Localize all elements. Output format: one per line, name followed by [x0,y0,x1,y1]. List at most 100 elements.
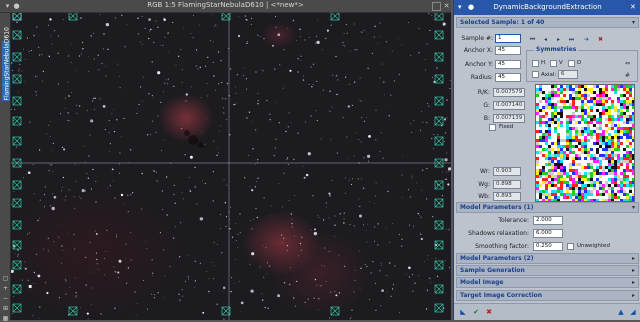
symmetry-d-checkbox[interactable] [568,60,575,67]
tolerance-field[interactable]: 2.000 [533,216,563,225]
sample-box[interactable] [68,13,78,21]
symmetry-v-checkbox[interactable] [550,60,557,67]
link-icon[interactable]: ⇔ [625,60,630,67]
model-image-header[interactable]: Model Image ▸ [456,277,639,288]
selected-sample-header[interactable]: Selected Sample: 1 of 40 ▾ [456,17,639,28]
first-sample-icon[interactable]: ⏮ [528,35,537,44]
delete-sample-icon[interactable]: ✖ [596,35,605,44]
expand-arrow-icon[interactable]: ▸ [632,292,635,299]
sample-box[interactable] [434,180,444,190]
sample-box[interactable] [12,240,22,250]
reset-icon[interactable]: ◢ [628,307,638,317]
grid-icon[interactable]: ▦ [2,315,9,322]
sample-generation-header[interactable]: Sample Generation ▸ [456,265,639,276]
anchor-x-field[interactable]: 45 [495,46,521,55]
model-parameters-2-label: Model Parameters (2) [460,255,534,262]
sample-box[interactable] [12,284,22,294]
symmetry-h-checkbox[interactable] [532,60,539,67]
b-label: B: [483,115,490,122]
sample-generation-label: Sample Generation [460,267,525,274]
go-to-sample-icon[interactable]: ➔ [582,35,591,44]
sample-box[interactable] [68,306,78,316]
zoom-out-icon[interactable]: − [2,295,9,302]
sample-box[interactable] [434,284,444,294]
sample-box[interactable] [434,303,444,313]
sample-box[interactable] [12,96,22,106]
symmetries-title: Symmetries [534,46,579,53]
close-icon[interactable]: ✕ [630,3,636,12]
documentation-icon[interactable]: ▲ [616,307,626,317]
apply-icon[interactable]: ✔ [471,307,481,317]
shadows-relaxation-field[interactable]: 6.000 [533,229,563,238]
sample-overlay[interactable] [11,13,451,320]
sample-box[interactable] [434,260,444,270]
wg-label: Wg: [478,181,490,188]
unweighted-checkbox[interactable] [567,243,574,250]
square-icon[interactable] [432,2,441,11]
expand-arrow-icon[interactable]: ▸ [632,267,635,274]
sample-box[interactable] [434,30,444,40]
sample-number-field[interactable]: 1 [495,34,521,43]
sample-box[interactable] [330,306,340,316]
image-id-tab[interactable]: FlamingStarNebulaD610 [2,27,11,101]
expand-arrow-icon[interactable]: ▸ [632,255,635,262]
shadows-relaxation-label: Shadows relaxation: [468,230,529,237]
close-icon[interactable]: ✕ [442,2,451,11]
sample-box[interactable] [434,198,444,208]
sample-box[interactable] [434,52,444,62]
sample-box[interactable] [434,96,444,106]
b-field: 0.007139 [493,114,525,123]
rk-field: 0.007579 [493,88,525,97]
sample-box[interactable] [12,52,22,62]
pin-symmetry-icon[interactable]: # [625,72,630,79]
sample-box[interactable] [434,116,444,126]
wb-label: Wb: [478,193,490,200]
sample-box[interactable] [12,13,22,21]
target-image-correction-header[interactable]: Target Image Correction ▸ [456,290,639,301]
image-window-titlebar[interactable]: ▾ ● RGB 1:5 FlamingStarNebulaD610 | <*ne… [0,0,451,13]
selected-sample-label: Selected Sample: 1 of 40 [460,19,545,26]
model-parameters-2-header[interactable]: Model Parameters (2) ▸ [456,253,639,264]
fit-view-icon[interactable]: ⊞ [2,305,9,312]
image-side-tab[interactable]: FlamingStarNebulaD610 ▢ + − ⊞ ▦ [0,13,11,322]
collapse-arrow-icon[interactable]: ▾ [632,204,635,211]
sample-box[interactable] [12,136,22,146]
sample-box[interactable] [434,240,444,250]
image-window-title: RGB 1:5 FlamingStarNebulaD610 | <*new*> [147,1,304,9]
sample-box[interactable] [12,198,22,208]
sample-box[interactable] [434,74,444,84]
model-parameters-1-header[interactable]: Model Parameters (1) ▾ [456,202,639,213]
axial-field[interactable]: 6 [558,70,578,79]
anchor-y-field[interactable]: 45 [495,60,521,69]
image-canvas[interactable] [11,13,451,320]
next-sample-icon[interactable]: ▸ [554,35,563,44]
expand-arrow-icon[interactable]: ▸ [632,279,635,286]
sample-box[interactable] [12,74,22,84]
sample-box[interactable] [434,220,444,230]
sample-box[interactable] [12,116,22,126]
sample-box[interactable] [12,260,22,270]
fixed-checkbox[interactable] [489,124,496,131]
new-instance-icon[interactable]: ◣ [458,307,468,317]
axial-checkbox[interactable] [532,71,539,78]
last-sample-icon[interactable]: ⏭ [567,35,576,44]
wr-field: 0.903 [493,167,521,176]
panel-titlebar[interactable]: ▾ ● DynamicBackgroundExtraction ✕ [454,0,640,15]
sample-box[interactable] [12,303,22,313]
sample-box[interactable] [330,13,340,21]
cancel-icon[interactable]: ✖ [484,307,494,317]
sample-box[interactable] [12,220,22,230]
zoom-in-icon[interactable]: + [2,285,9,292]
sample-box[interactable] [12,30,22,40]
sample-box[interactable] [434,13,444,21]
sample-box[interactable] [434,136,444,146]
previous-sample-icon[interactable]: ◂ [541,35,550,44]
smoothing-factor-field[interactable]: 0.250 [533,242,563,251]
maximize-icon[interactable]: ▢ [2,275,9,282]
collapse-arrow-icon[interactable]: ▾ [632,19,635,26]
wg-field: 0.898 [493,180,521,189]
sample-preview[interactable] [535,84,635,202]
target-image-correction-label: Target Image Correction [460,292,543,299]
sample-box[interactable] [12,180,22,190]
radius-field[interactable]: 45 [495,73,521,82]
